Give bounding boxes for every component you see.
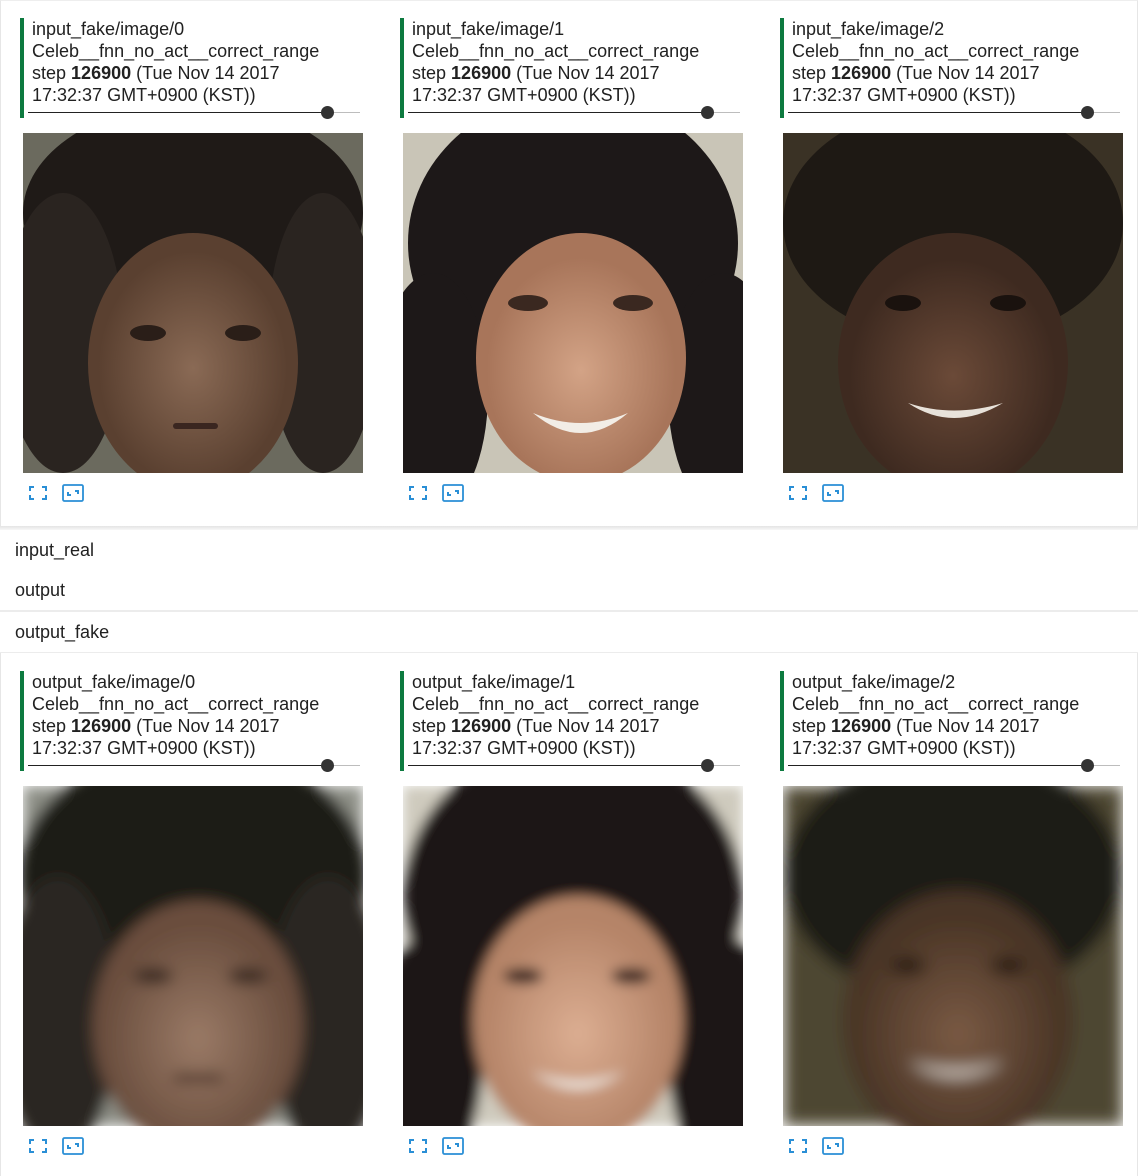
step-prefix: step [412, 716, 447, 736]
card-time: 17:32:37 GMT+0900 (KST)) [792, 738, 1016, 758]
step-time: (Tue Nov 14 2017 [136, 716, 280, 736]
actual-size-icon[interactable] [442, 1137, 464, 1155]
step-value: 126900 [71, 63, 132, 83]
card-run: Celeb__fnn_no_act__correct_range [792, 694, 1080, 714]
actual-size-icon[interactable] [442, 484, 464, 502]
image-card: output_fake/image/1 Celeb__fnn_no_act__c… [400, 671, 742, 781]
slider-knob[interactable] [1081, 106, 1094, 119]
image-card: input_fake/image/2 Celeb__fnn_no_act__co… [780, 18, 1122, 128]
category-output-fake[interactable]: output_fake [0, 612, 1138, 654]
slider-knob[interactable] [1081, 759, 1094, 772]
slider-knob[interactable] [321, 106, 334, 119]
card-step-line: step 126900 (Tue Nov 14 2017 [32, 62, 280, 84]
card-header: input_fake/image/2 Celeb__fnn_no_act__co… [780, 18, 1126, 118]
actual-size-icon[interactable] [62, 1137, 84, 1155]
fullscreen-icon[interactable] [789, 1139, 811, 1157]
card-tag: output_fake/image/1 [412, 672, 576, 692]
step-prefix: step [412, 63, 447, 83]
step-slider[interactable] [408, 106, 740, 120]
card-header: output_fake/image/1 Celeb__fnn_no_act__c… [400, 671, 746, 771]
fullscreen-icon[interactable] [789, 486, 811, 504]
input-fake-section: input_fake/image/0 Celeb__fnn_no_act__co… [0, 0, 1138, 527]
actual-size-icon[interactable] [62, 484, 84, 502]
output-fake-section: output_fake/image/0 Celeb__fnn_no_act__c… [0, 653, 1138, 1176]
card-tag: output_fake/image/2 [792, 672, 956, 692]
card-run: Celeb__fnn_no_act__correct_range [792, 41, 1080, 61]
slider-track [788, 765, 1120, 766]
slider-track [28, 112, 360, 113]
card-step-line: step 126900 (Tue Nov 14 2017 [412, 715, 660, 737]
step-slider[interactable] [788, 106, 1120, 120]
category-output[interactable]: output [0, 570, 1138, 612]
slider-knob[interactable] [701, 106, 714, 119]
step-prefix: step [32, 63, 67, 83]
card-run: Celeb__fnn_no_act__correct_range [412, 694, 700, 714]
step-time: (Tue Nov 14 2017 [516, 716, 660, 736]
fullscreen-icon[interactable] [409, 486, 431, 504]
slider-knob[interactable] [321, 759, 334, 772]
card-run: Celeb__fnn_no_act__correct_range [412, 41, 700, 61]
step-time: (Tue Nov 14 2017 [516, 63, 660, 83]
slider-track [408, 112, 740, 113]
image-card: input_fake/image/0 Celeb__fnn_no_act__co… [20, 18, 362, 128]
step-value: 126900 [831, 63, 892, 83]
image-card: input_fake/image/1 Celeb__fnn_no_act__co… [400, 18, 742, 128]
step-prefix: step [792, 716, 827, 736]
card-run: Celeb__fnn_no_act__correct_range [32, 41, 320, 61]
step-time: (Tue Nov 14 2017 [136, 63, 280, 83]
step-time: (Tue Nov 14 2017 [896, 716, 1040, 736]
slider-knob[interactable] [701, 759, 714, 772]
card-time: 17:32:37 GMT+0900 (KST)) [32, 85, 256, 105]
actual-size-icon[interactable] [822, 1137, 844, 1155]
step-slider[interactable] [408, 759, 740, 773]
step-prefix: step [792, 63, 827, 83]
card-time: 17:32:37 GMT+0900 (KST)) [412, 85, 636, 105]
card-time: 17:32:37 GMT+0900 (KST)) [792, 85, 1016, 105]
slider-track [28, 765, 360, 766]
step-value: 126900 [831, 716, 892, 736]
step-value: 126900 [451, 63, 512, 83]
category-input-real[interactable]: input_real [0, 530, 1138, 572]
card-header: input_fake/image/1 Celeb__fnn_no_act__co… [400, 18, 746, 118]
face-image[interactable] [783, 133, 1123, 473]
card-tag: output_fake/image/0 [32, 672, 196, 692]
card-tag: input_fake/image/1 [412, 19, 565, 39]
category-label: output [15, 580, 66, 600]
card-header: output_fake/image/2 Celeb__fnn_no_act__c… [780, 671, 1126, 771]
face-image[interactable] [403, 786, 743, 1126]
tensorboard-images-page: input_fake/image/0 Celeb__fnn_no_act__co… [0, 0, 1138, 1176]
category-label: output_fake [15, 622, 110, 642]
card-tag: input_fake/image/2 [792, 19, 945, 39]
face-image[interactable] [23, 133, 363, 473]
card-step-line: step 126900 (Tue Nov 14 2017 [792, 715, 1040, 737]
step-value: 126900 [451, 716, 512, 736]
card-step-line: step 126900 (Tue Nov 14 2017 [792, 62, 1040, 84]
image-card: output_fake/image/2 Celeb__fnn_no_act__c… [780, 671, 1122, 781]
step-value: 126900 [71, 716, 132, 736]
step-time: (Tue Nov 14 2017 [896, 63, 1040, 83]
fullscreen-icon[interactable] [409, 1139, 431, 1157]
step-slider[interactable] [788, 759, 1120, 773]
slider-track [408, 765, 740, 766]
step-prefix: step [32, 716, 67, 736]
step-slider[interactable] [28, 106, 360, 120]
fullscreen-icon[interactable] [29, 486, 51, 504]
actual-size-icon[interactable] [822, 484, 844, 502]
card-time: 17:32:37 GMT+0900 (KST)) [412, 738, 636, 758]
card-time: 17:32:37 GMT+0900 (KST)) [32, 738, 256, 758]
step-slider[interactable] [28, 759, 360, 773]
card-header: output_fake/image/0 Celeb__fnn_no_act__c… [20, 671, 366, 771]
face-image[interactable] [783, 786, 1123, 1126]
category-label: input_real [15, 540, 95, 560]
card-step-line: step 126900 (Tue Nov 14 2017 [412, 62, 660, 84]
slider-track [788, 112, 1120, 113]
card-header: input_fake/image/0 Celeb__fnn_no_act__co… [20, 18, 366, 118]
card-step-line: step 126900 (Tue Nov 14 2017 [32, 715, 280, 737]
face-image[interactable] [23, 786, 363, 1126]
face-image[interactable] [403, 133, 743, 473]
fullscreen-icon[interactable] [29, 1139, 51, 1157]
image-card: output_fake/image/0 Celeb__fnn_no_act__c… [20, 671, 362, 781]
card-run: Celeb__fnn_no_act__correct_range [32, 694, 320, 714]
card-tag: input_fake/image/0 [32, 19, 185, 39]
